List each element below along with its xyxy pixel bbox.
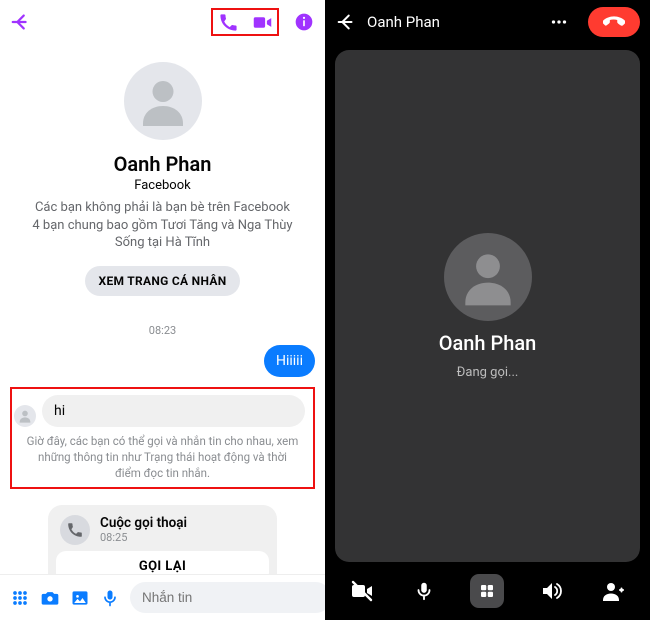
call-status: Đang gọi...: [457, 365, 519, 380]
camera-off-icon[interactable]: [347, 576, 377, 606]
video-call-icon[interactable]: [251, 11, 273, 33]
mic-icon[interactable]: [409, 576, 439, 606]
call-pane: Oanh Phan Oanh Phan Đang gọi...: [325, 0, 650, 620]
call-header: Oanh Phan: [325, 0, 650, 44]
call-footer: [325, 562, 650, 620]
audio-call-icon[interactable]: [217, 11, 239, 33]
profile-info: Các bạn không phải là bạn bè trên Facebo…: [32, 199, 292, 252]
chat-header: [0, 0, 325, 44]
back-icon[interactable]: [10, 11, 32, 33]
back-icon[interactable]: [335, 11, 357, 33]
system-note: Giờ đây, các bạn có thể gọi và nhắn tin …: [20, 427, 305, 481]
mic-icon[interactable]: [100, 588, 120, 608]
info-line: Các bạn không phải là bạn bè trên Facebo…: [35, 200, 290, 215]
avatar-icon: [14, 405, 36, 427]
chat-pane: Oanh Phan Facebook Các bạn không phải là…: [0, 0, 325, 620]
profile-block: Oanh Phan Facebook Các bạn không phải là…: [0, 44, 325, 304]
call-card-title: Cuộc gọi thoại: [100, 515, 187, 531]
speaker-icon[interactable]: [536, 576, 566, 606]
add-person-icon[interactable]: [598, 576, 628, 606]
composer: [0, 574, 325, 620]
incoming-message[interactable]: hi: [42, 395, 305, 427]
missed-call-card: Cuộc gọi thoại 08:25 GỌI LẠI: [48, 505, 277, 574]
phone-icon: [60, 515, 90, 545]
call-header-title: Oanh Phan: [367, 13, 538, 31]
messages: Hiiiii hi Giờ đây, các bạn có thể gọi và…: [0, 345, 325, 574]
highlight-box: hi Giờ đây, các bạn có thể gọi và nhắn t…: [10, 387, 315, 489]
avatar-icon: [124, 62, 202, 140]
gallery-icon[interactable]: [70, 588, 90, 608]
more-icon[interactable]: [548, 11, 570, 33]
call-back-button[interactable]: GỌI LẠI: [56, 551, 269, 574]
info-line: Sống tại Hà Tĩnh: [115, 235, 210, 250]
hangup-button[interactable]: [588, 7, 640, 37]
avatar-icon: [444, 233, 532, 321]
incoming-message-row: hi: [20, 395, 305, 427]
grid-view-button[interactable]: [470, 574, 504, 608]
day-timestamp: 08:23: [0, 324, 325, 337]
call-contact-name: Oanh Phan: [439, 331, 537, 355]
contact-name: Oanh Phan: [114, 152, 212, 176]
chat-scroll: Oanh Phan Facebook Các bạn không phải là…: [0, 44, 325, 574]
apps-icon[interactable]: [10, 588, 30, 608]
outgoing-message[interactable]: Hiiiii: [264, 345, 315, 377]
view-profile-button[interactable]: XEM TRANG CÁ NHÂN: [85, 266, 241, 296]
call-card-time: 08:25: [100, 531, 187, 544]
info-line: 4 bạn chung bao gồm Tươi Tăng và Nga Thù…: [32, 218, 292, 233]
platform-label: Facebook: [134, 178, 190, 193]
message-input[interactable]: [130, 582, 331, 613]
call-buttons-highlight: [211, 8, 279, 36]
call-body: Oanh Phan Đang gọi...: [335, 50, 640, 562]
info-icon[interactable]: [293, 11, 315, 33]
camera-icon[interactable]: [40, 588, 60, 608]
